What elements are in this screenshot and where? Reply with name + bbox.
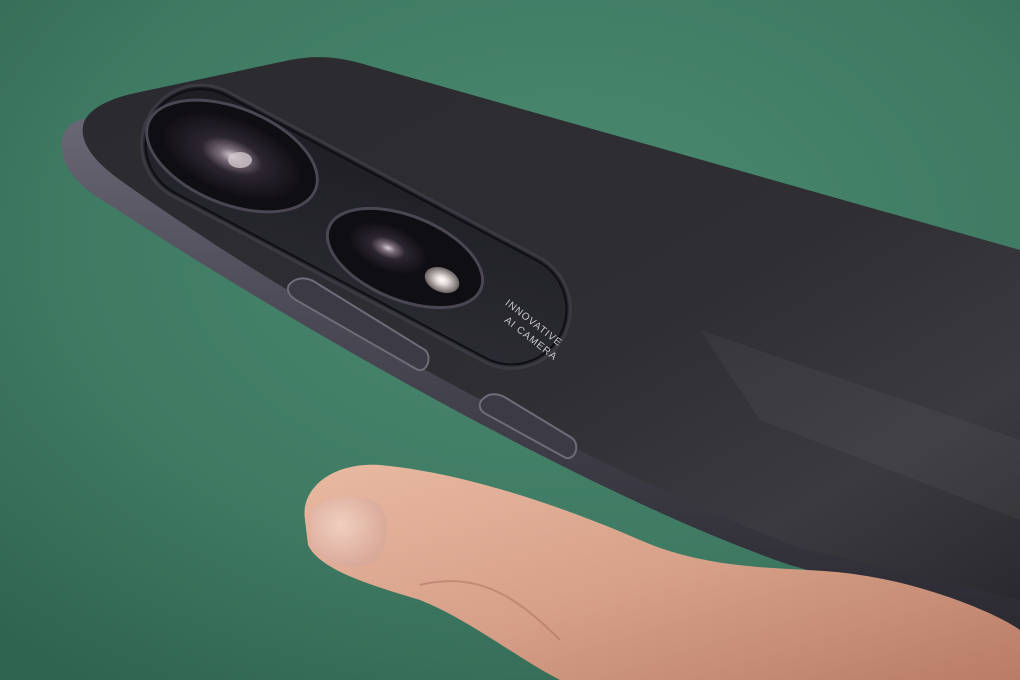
photo-scene: INNOVATIVE AI CAMERA	[0, 0, 1020, 680]
thumbnail	[310, 496, 388, 568]
